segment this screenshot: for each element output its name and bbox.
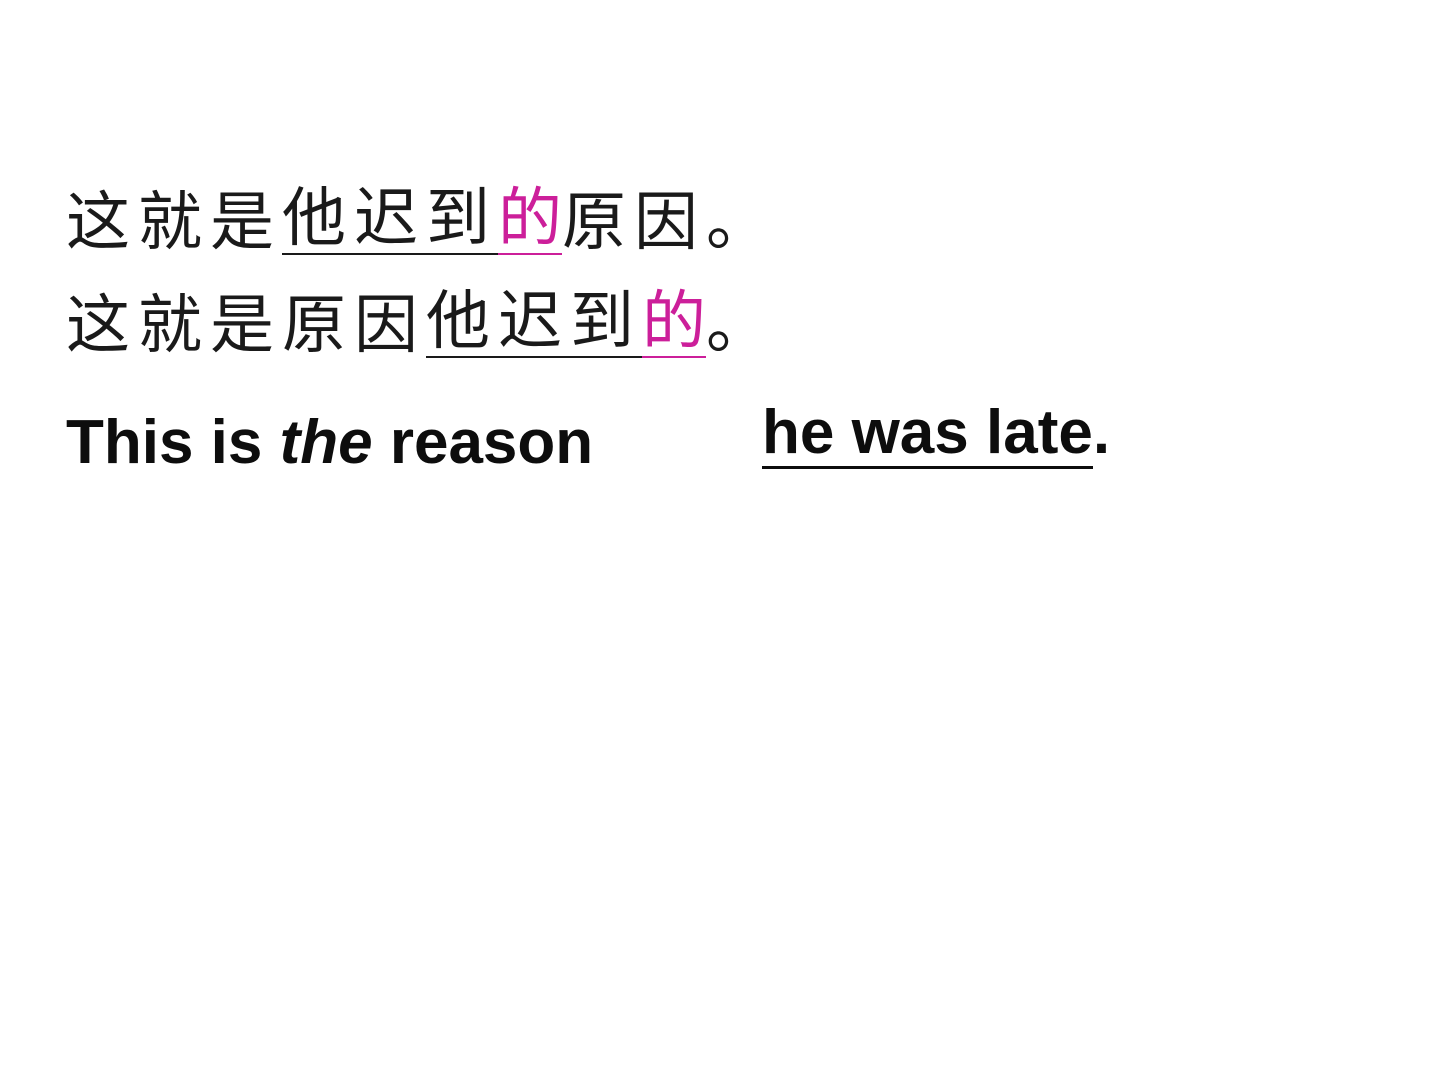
zh1-lead: 这就是 <box>66 186 282 260</box>
english-relative-clause: he was late. <box>762 402 1110 469</box>
zh2-tail: 。 <box>706 289 770 363</box>
slide-canvas: 这就是 他迟到 的 原因。 这就是原因 他迟到 的 。 This is the … <box>0 0 1440 1080</box>
en-before: This is <box>66 408 280 477</box>
zh2-relative-clause: 他迟到 <box>426 285 642 359</box>
zh2-particle-de: 的 <box>642 285 706 359</box>
chinese-sentence-2: 这就是原因 他迟到 的 。 <box>66 268 770 358</box>
zh1-tail: 原因。 <box>562 186 778 260</box>
en-clause-underlined: he was late <box>762 398 1093 469</box>
chinese-sentence-1: 这就是 他迟到 的 原因。 <box>66 165 778 255</box>
en-after: reason <box>372 408 594 477</box>
english-main-clause: This is the reason <box>66 412 593 474</box>
zh1-particle-de: 的 <box>498 182 562 256</box>
en-emphasis-the: the <box>279 408 373 477</box>
en-period: . <box>1092 398 1111 467</box>
zh1-relative-clause: 他迟到 <box>282 182 498 256</box>
zh2-lead: 这就是原因 <box>66 289 426 363</box>
